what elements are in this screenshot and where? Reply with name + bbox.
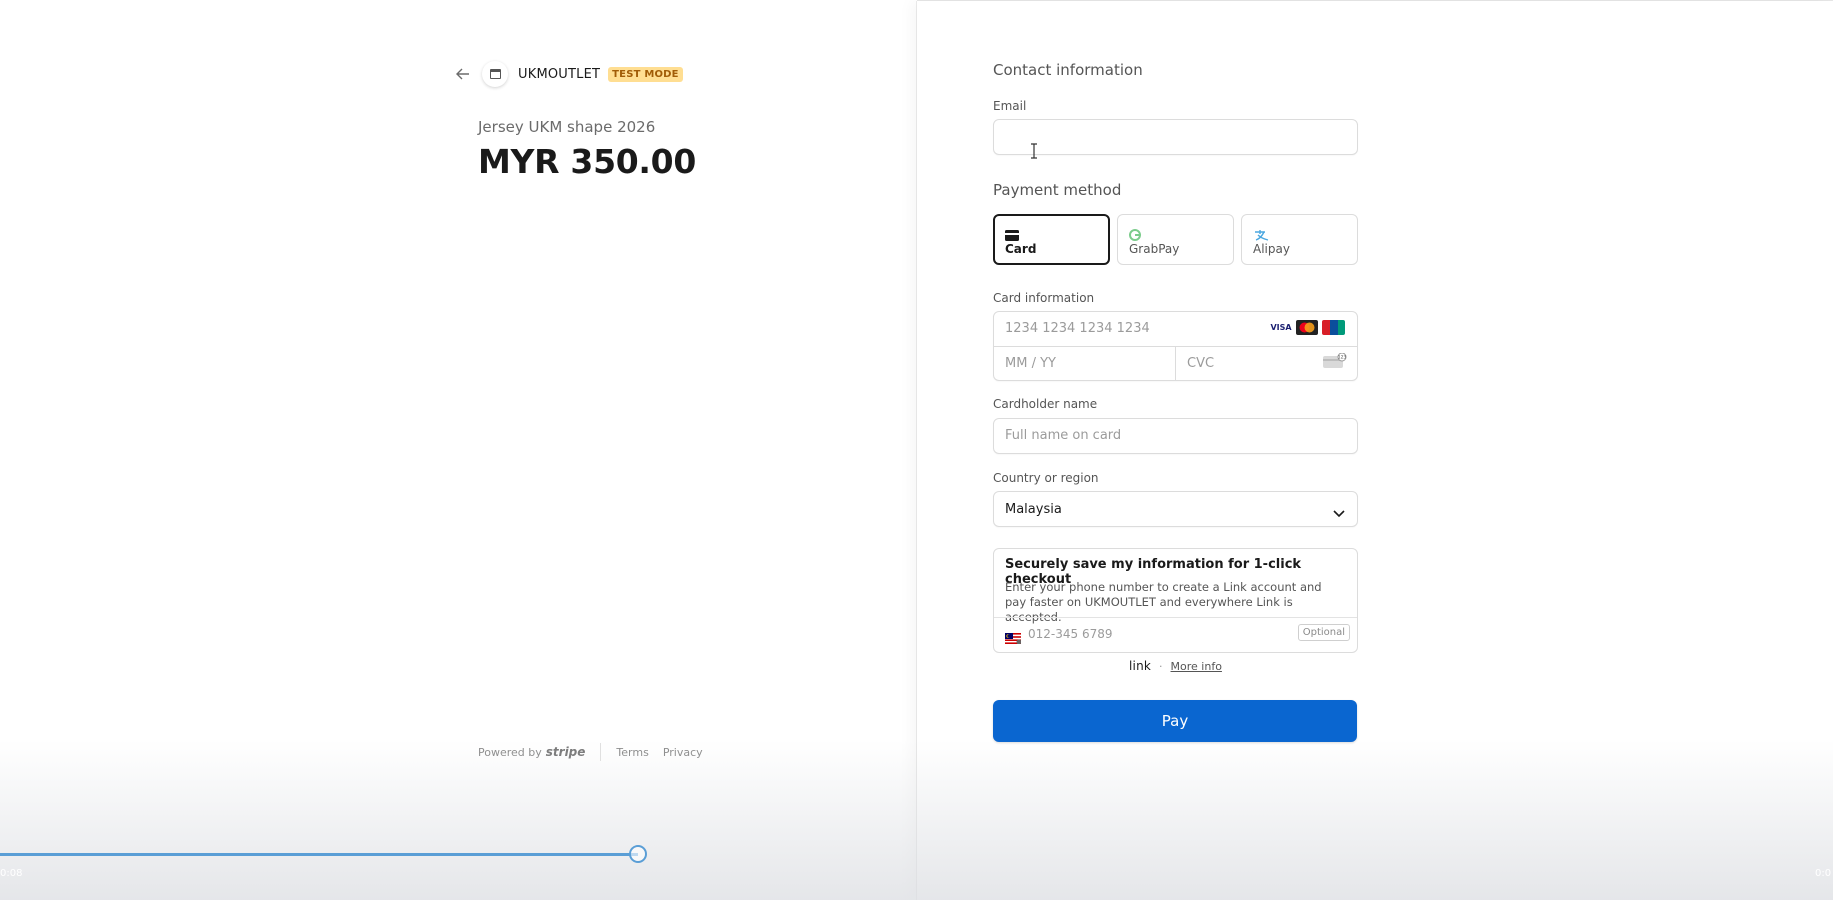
checkout-footer: Powered by stripe Terms Privacy xyxy=(478,743,717,761)
link-save-description: Enter your phone number to create a Link… xyxy=(1005,580,1322,624)
more-info-link[interactable]: More info xyxy=(1171,660,1222,673)
payment-tab-card[interactable]: Card xyxy=(993,214,1110,265)
separator-dot: · xyxy=(1159,659,1163,673)
back-arrow-icon[interactable] xyxy=(456,67,470,81)
footer-divider xyxy=(600,743,602,761)
payment-tab-label: Card xyxy=(1005,242,1037,256)
chevron-down-icon xyxy=(1333,503,1345,522)
mastercard-icon xyxy=(1296,320,1318,335)
video-elapsed-time: 0:08 xyxy=(0,868,23,879)
pay-button[interactable]: Pay xyxy=(993,700,1357,742)
terms-link[interactable]: Terms xyxy=(616,746,648,759)
cardholder-name-field[interactable]: Full name on card xyxy=(993,418,1358,454)
svg-text:123: 123 xyxy=(1338,355,1347,361)
stripe-logo[interactable]: stripe xyxy=(546,745,586,759)
link-save-box: Securely save my information for 1-click… xyxy=(993,548,1358,653)
cvc-card-icon: 123 xyxy=(1323,352,1347,373)
video-progress-bar[interactable] xyxy=(0,853,638,856)
link-logo: link xyxy=(1129,659,1152,673)
country-label: Country or region xyxy=(993,471,1099,485)
card-expiry-field[interactable]: MM / YY xyxy=(994,347,1176,380)
card-expiry-placeholder: MM / YY xyxy=(1005,356,1056,371)
card-cvc-placeholder: CVC xyxy=(1187,356,1215,371)
product-name: Jersey UKM shape 2026 xyxy=(478,118,656,136)
payment-tab-grabpay[interactable]: GrabPay xyxy=(1117,214,1234,265)
phone-number-input[interactable]: 012-345 6789 xyxy=(1028,627,1113,641)
contact-heading: Contact information xyxy=(993,61,1143,79)
order-summary-pane: UKMOUTLET TEST MODE Jersey UKM shape 202… xyxy=(0,0,917,900)
powered-by-label: Powered by xyxy=(478,745,542,759)
email-label: Email xyxy=(993,99,1027,113)
card-information-label: Card information xyxy=(993,291,1095,305)
link-box-divider xyxy=(994,617,1357,618)
email-field[interactable] xyxy=(993,119,1358,155)
payment-tab-alipay[interactable]: Alipay xyxy=(1241,214,1358,265)
video-total-time: 0:0 xyxy=(1815,868,1832,879)
store-icon xyxy=(482,61,508,87)
text-cursor-icon xyxy=(1030,143,1038,159)
malaysia-flag-icon[interactable] xyxy=(1005,629,1022,645)
merchant-name: UKMOUTLET xyxy=(518,66,601,82)
optional-badge: Optional xyxy=(1297,624,1350,641)
card-cvc-field[interactable]: CVC 123 xyxy=(1176,347,1357,380)
country-select[interactable]: Malaysia xyxy=(993,491,1358,527)
country-value: Malaysia xyxy=(1005,502,1062,517)
card-number-placeholder: 1234 1234 1234 1234 xyxy=(1005,321,1150,336)
merchant-header: UKMOUTLET TEST MODE xyxy=(456,61,683,87)
video-scrubber-handle[interactable] xyxy=(629,845,647,863)
payment-method-heading: Payment method xyxy=(993,181,1122,199)
visa-icon: VISA xyxy=(1270,320,1292,335)
cardholder-label: Cardholder name xyxy=(993,397,1098,411)
unionpay-icon xyxy=(1322,320,1345,335)
product-price: MYR 350.00 xyxy=(478,142,696,181)
privacy-link[interactable]: Privacy xyxy=(663,746,703,759)
link-footer: link · More info xyxy=(1129,659,1222,673)
payment-tab-label: GrabPay xyxy=(1129,242,1180,256)
payment-tab-label: Alipay xyxy=(1253,242,1290,256)
test-mode-badge: TEST MODE xyxy=(608,66,683,82)
cardholder-placeholder: Full name on card xyxy=(1005,428,1122,443)
